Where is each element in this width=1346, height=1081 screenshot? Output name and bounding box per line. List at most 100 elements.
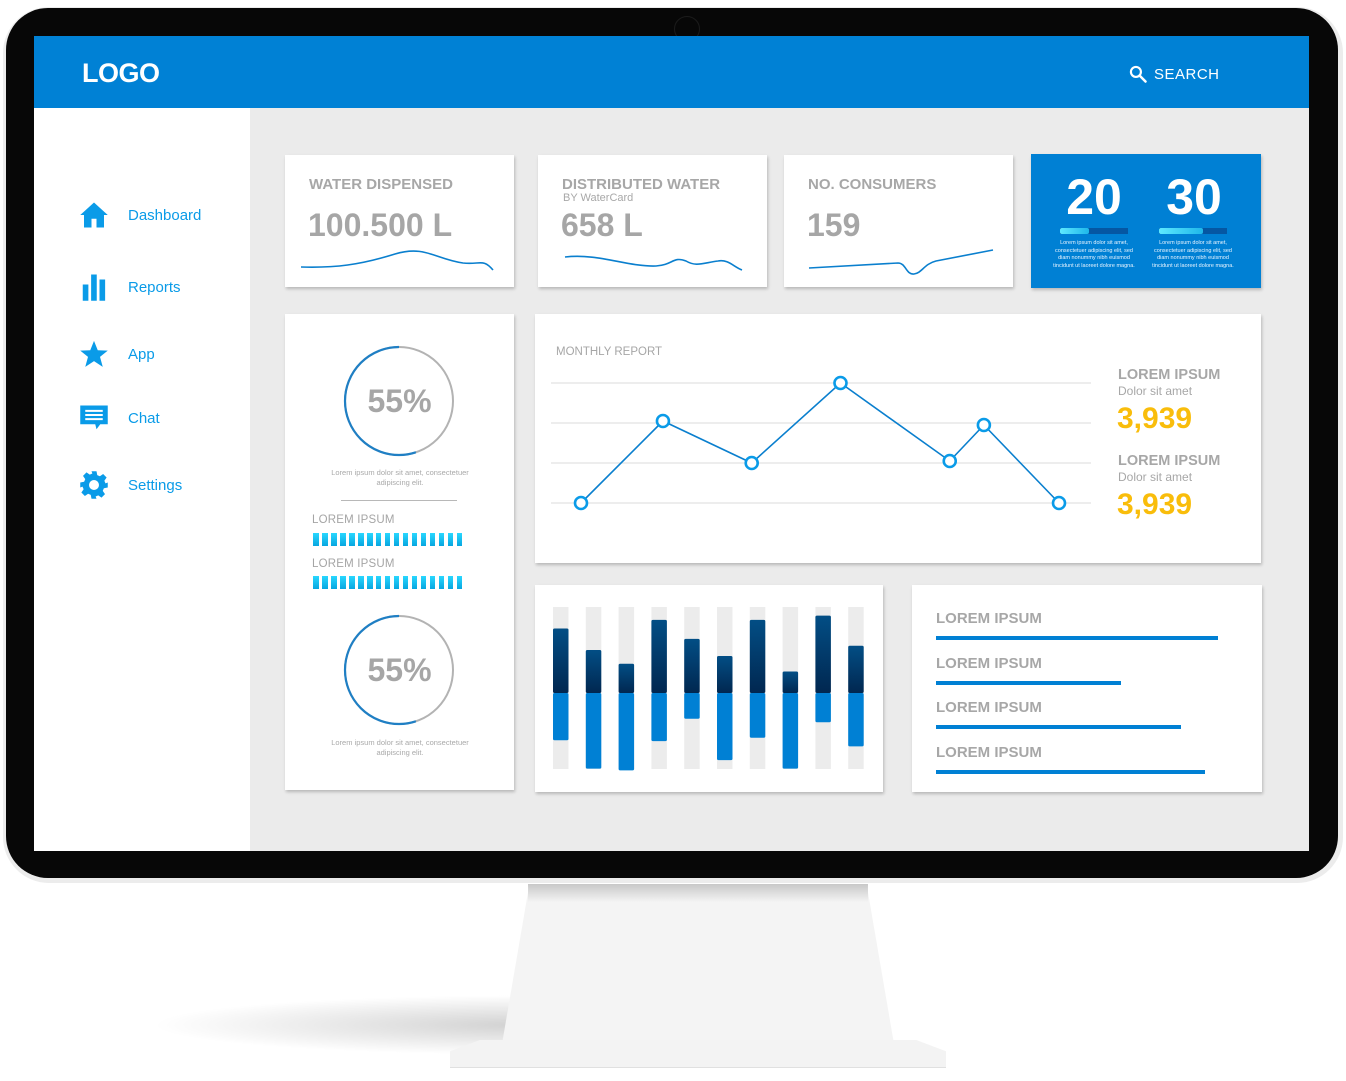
bar-lower xyxy=(651,693,667,742)
bar-segment xyxy=(393,533,400,546)
bar-segment xyxy=(420,576,427,589)
gauge-description: Lorem ipsum dolor sit amet, consectetuer… xyxy=(331,738,469,757)
bar-upper xyxy=(815,615,831,693)
bar-segment xyxy=(375,533,382,546)
sidebar-item-app[interactable]: App xyxy=(78,338,155,370)
data-point[interactable] xyxy=(833,375,848,391)
bar-chart xyxy=(553,607,864,771)
sparkline xyxy=(564,255,743,271)
bar-lower xyxy=(618,693,635,771)
progress-bar xyxy=(936,769,1205,774)
stat-title: WATER DISPENSED xyxy=(309,176,453,193)
sidebar-item-label: Chat xyxy=(128,409,160,427)
bar-segment xyxy=(402,576,409,589)
search-label: SEARCH xyxy=(1154,65,1220,83)
gauge-percent: 55% xyxy=(367,652,432,688)
bar-lower xyxy=(684,693,700,719)
bar-segment xyxy=(330,533,337,546)
bar-chart-card xyxy=(535,585,883,792)
segment-bar xyxy=(313,533,463,546)
bar-upper xyxy=(749,619,766,693)
bar-segment xyxy=(339,533,346,546)
bar-segment xyxy=(357,533,364,546)
sidebar: Dashboard Reports App Chat Settings xyxy=(34,108,250,851)
chart-title: MONTHLY REPORT xyxy=(556,346,663,358)
data-point[interactable] xyxy=(655,413,671,429)
segment-bar-label: LOREM IPSUM xyxy=(312,558,395,570)
sidebar-item-label: Settings xyxy=(128,476,183,494)
progress-label: LOREM IPSUM xyxy=(936,654,1042,672)
sidebar-item-label: Reports xyxy=(128,278,181,296)
bar-segment xyxy=(393,576,400,589)
bar-segment xyxy=(447,533,454,546)
bar-segment xyxy=(447,576,454,589)
bar-upper xyxy=(717,656,733,693)
gear-icon xyxy=(78,469,110,501)
sidebar-item-chat[interactable]: Chat xyxy=(78,402,160,434)
data-point[interactable] xyxy=(573,495,589,511)
progress-list-card: LOREM IPSUM LOREM IPSUM LOREM IPSUM LOREM I… xyxy=(912,585,1262,792)
segment-bar-label: LOREM IPSUM xyxy=(312,514,395,526)
stat-card-distributed-water: DISTRIBUTED WATER BY WaterCard 658 L xyxy=(538,155,767,287)
data-point[interactable] xyxy=(976,417,992,433)
monthly-report-card: MONTHLY REPORT LOREM IPSUM Dolor sit ame… xyxy=(535,314,1261,563)
bar-segment xyxy=(411,533,418,546)
sidebar-item-reports[interactable]: Reports xyxy=(78,271,181,303)
bar-segment xyxy=(366,576,373,589)
bar-lower xyxy=(585,693,602,769)
monitor-stand-base xyxy=(450,1040,946,1068)
kpi-label: LOREM IPSUM xyxy=(1118,367,1221,383)
highlight-progress-fill xyxy=(1159,228,1204,234)
bar-segment xyxy=(321,576,328,589)
bar-lower xyxy=(749,693,766,738)
bar-segment xyxy=(330,576,337,589)
bar-lower xyxy=(553,693,569,741)
search-button[interactable]: SEARCH xyxy=(1128,64,1220,84)
gauge-percent: 55% xyxy=(367,383,432,419)
bar-upper xyxy=(651,619,667,693)
bar-lower xyxy=(815,693,831,723)
top-bar: LOGO SEARCH xyxy=(34,36,1309,108)
bar-segment xyxy=(313,533,319,546)
sparkline xyxy=(808,249,994,275)
search-icon xyxy=(1129,65,1147,83)
line-chart xyxy=(551,375,1091,511)
bar-segment xyxy=(357,576,364,589)
bar-segment xyxy=(348,576,355,589)
highlight-text: Lorem ipsum dolor sit amet, consectetuer… xyxy=(1152,240,1234,269)
bar-segment xyxy=(429,533,436,546)
bar-upper xyxy=(848,645,864,693)
home-icon xyxy=(78,199,110,231)
kpi-value: 3,939 xyxy=(1117,402,1193,435)
progress-bar xyxy=(936,636,1219,640)
sidebar-item-settings[interactable]: Settings xyxy=(78,469,182,501)
data-point[interactable] xyxy=(1051,495,1067,511)
star-icon xyxy=(78,338,110,370)
highlight-card: 20 Lorem ipsum dolor sit amet, consectet… xyxy=(1031,154,1261,288)
stat-title: DISTRIBUTED WATER xyxy=(562,176,721,193)
kpi-label: LOREM IPSUM xyxy=(1118,453,1221,469)
data-point[interactable] xyxy=(744,455,760,471)
bar-upper xyxy=(553,628,569,693)
bar-segment xyxy=(456,533,463,546)
sidebar-item-dashboard[interactable]: Dashboard xyxy=(78,199,201,231)
bar-segment xyxy=(456,576,463,589)
bar-segment xyxy=(384,533,391,546)
kpi-subtitle: Dolor sit amet xyxy=(1118,470,1193,484)
progress-label: LOREM IPSUM xyxy=(936,743,1042,761)
chat-icon xyxy=(78,402,110,434)
logo[interactable]: LOGO xyxy=(82,58,160,89)
kpi-value: 3,939 xyxy=(1117,488,1193,521)
bar-lower xyxy=(782,693,799,769)
bar-upper xyxy=(782,671,799,693)
progress-bar xyxy=(936,680,1121,685)
bar-upper xyxy=(585,650,602,693)
highlight-value: 20 xyxy=(1066,169,1122,225)
highlight-value: 30 xyxy=(1166,169,1222,225)
data-point[interactable] xyxy=(942,453,958,469)
bar-segment xyxy=(375,576,382,589)
progress-label: LOREM IPSUM xyxy=(936,699,1042,716)
stat-subtitle: BY WaterCard xyxy=(563,192,634,204)
bar-segment xyxy=(429,576,436,589)
gauge-description: Lorem ipsum dolor sit amet, consectetuer… xyxy=(331,468,469,487)
